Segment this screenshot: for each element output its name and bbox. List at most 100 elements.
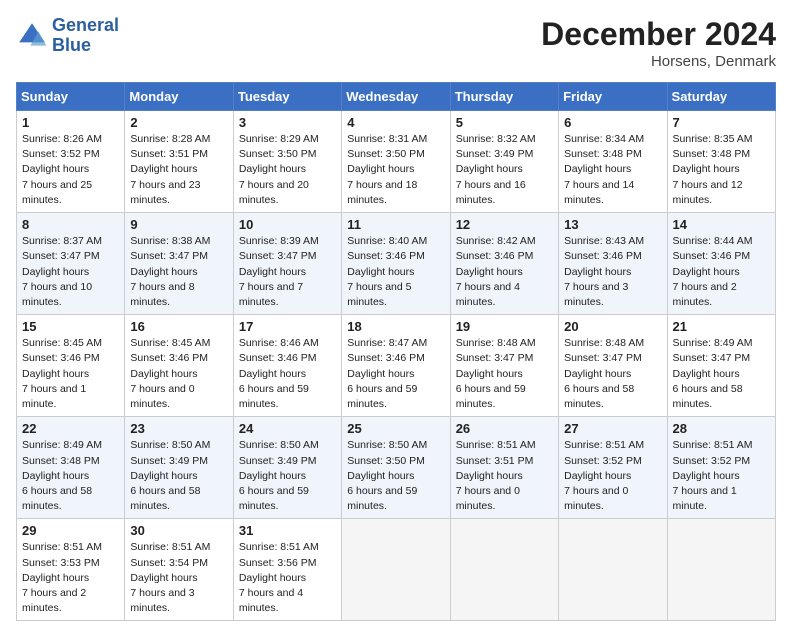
day-number: 28 <box>673 421 770 436</box>
day-number: 15 <box>22 319 119 334</box>
day-number: 5 <box>456 115 553 130</box>
calendar-cell: 24 Sunrise: 8:50 AM Sunset: 3:49 PM Dayl… <box>233 417 341 519</box>
day-number: 19 <box>456 319 553 334</box>
calendar-cell: 22 Sunrise: 8:49 AM Sunset: 3:48 PM Dayl… <box>17 417 125 519</box>
calendar-cell: 28 Sunrise: 8:51 AM Sunset: 3:52 PM Dayl… <box>667 417 775 519</box>
day-info: Sunrise: 8:29 AM Sunset: 3:50 PM Dayligh… <box>239 132 336 208</box>
day-info: Sunrise: 8:50 AM Sunset: 3:49 PM Dayligh… <box>130 438 227 514</box>
day-info: Sunrise: 8:49 AM Sunset: 3:48 PM Dayligh… <box>22 438 119 514</box>
day-info: Sunrise: 8:47 AM Sunset: 3:46 PM Dayligh… <box>347 336 444 412</box>
day-info: Sunrise: 8:45 AM Sunset: 3:46 PM Dayligh… <box>22 336 119 412</box>
col-saturday: Saturday <box>667 83 775 111</box>
day-number: 25 <box>347 421 444 436</box>
calendar-cell: 12 Sunrise: 8:42 AM Sunset: 3:46 PM Dayl… <box>450 213 558 315</box>
col-thursday: Thursday <box>450 83 558 111</box>
day-number: 23 <box>130 421 227 436</box>
col-sunday: Sunday <box>17 83 125 111</box>
day-info: Sunrise: 8:42 AM Sunset: 3:46 PM Dayligh… <box>456 234 553 310</box>
day-info: Sunrise: 8:38 AM Sunset: 3:47 PM Dayligh… <box>130 234 227 310</box>
calendar-cell: 3 Sunrise: 8:29 AM Sunset: 3:50 PM Dayli… <box>233 111 341 213</box>
calendar-cell: 1 Sunrise: 8:26 AM Sunset: 3:52 PM Dayli… <box>17 111 125 213</box>
col-wednesday: Wednesday <box>342 83 450 111</box>
day-number: 8 <box>22 217 119 232</box>
day-number: 3 <box>239 115 336 130</box>
calendar-cell <box>667 519 775 621</box>
day-number: 9 <box>130 217 227 232</box>
day-number: 17 <box>239 319 336 334</box>
calendar-cell: 21 Sunrise: 8:49 AM Sunset: 3:47 PM Dayl… <box>667 315 775 417</box>
day-info: Sunrise: 8:34 AM Sunset: 3:48 PM Dayligh… <box>564 132 661 208</box>
day-info: Sunrise: 8:28 AM Sunset: 3:51 PM Dayligh… <box>130 132 227 208</box>
calendar-cell: 15 Sunrise: 8:45 AM Sunset: 3:46 PM Dayl… <box>17 315 125 417</box>
col-tuesday: Tuesday <box>233 83 341 111</box>
logo-text: General Blue <box>52 16 119 56</box>
month-year-title: December 2024 <box>541 16 776 53</box>
calendar-cell: 10 Sunrise: 8:39 AM Sunset: 3:47 PM Dayl… <box>233 213 341 315</box>
day-info: Sunrise: 8:50 AM Sunset: 3:50 PM Dayligh… <box>347 438 444 514</box>
day-info: Sunrise: 8:51 AM Sunset: 3:51 PM Dayligh… <box>456 438 553 514</box>
day-info: Sunrise: 8:40 AM Sunset: 3:46 PM Dayligh… <box>347 234 444 310</box>
week-row-2: 8 Sunrise: 8:37 AM Sunset: 3:47 PM Dayli… <box>17 213 776 315</box>
page-header: General Blue December 2024 Horsens, Denm… <box>16 16 776 70</box>
day-info: Sunrise: 8:45 AM Sunset: 3:46 PM Dayligh… <box>130 336 227 412</box>
location-subtitle: Horsens, Denmark <box>541 53 776 70</box>
calendar-cell: 11 Sunrise: 8:40 AM Sunset: 3:46 PM Dayl… <box>342 213 450 315</box>
calendar-cell: 17 Sunrise: 8:46 AM Sunset: 3:46 PM Dayl… <box>233 315 341 417</box>
col-friday: Friday <box>559 83 667 111</box>
day-info: Sunrise: 8:43 AM Sunset: 3:46 PM Dayligh… <box>564 234 661 310</box>
day-number: 16 <box>130 319 227 334</box>
title-block: December 2024 Horsens, Denmark <box>541 16 776 70</box>
day-number: 13 <box>564 217 661 232</box>
calendar-cell: 18 Sunrise: 8:47 AM Sunset: 3:46 PM Dayl… <box>342 315 450 417</box>
day-number: 21 <box>673 319 770 334</box>
calendar-cell: 23 Sunrise: 8:50 AM Sunset: 3:49 PM Dayl… <box>125 417 233 519</box>
day-number: 29 <box>22 523 119 538</box>
calendar-cell: 20 Sunrise: 8:48 AM Sunset: 3:47 PM Dayl… <box>559 315 667 417</box>
day-info: Sunrise: 8:51 AM Sunset: 3:52 PM Dayligh… <box>673 438 770 514</box>
calendar-cell: 7 Sunrise: 8:35 AM Sunset: 3:48 PM Dayli… <box>667 111 775 213</box>
calendar-cell <box>342 519 450 621</box>
day-info: Sunrise: 8:51 AM Sunset: 3:52 PM Dayligh… <box>564 438 661 514</box>
header-row: Sunday Monday Tuesday Wednesday Thursday… <box>17 83 776 111</box>
logo-icon <box>16 20 48 52</box>
day-number: 11 <box>347 217 444 232</box>
calendar-cell: 2 Sunrise: 8:28 AM Sunset: 3:51 PM Dayli… <box>125 111 233 213</box>
day-number: 10 <box>239 217 336 232</box>
day-info: Sunrise: 8:50 AM Sunset: 3:49 PM Dayligh… <box>239 438 336 514</box>
week-row-3: 15 Sunrise: 8:45 AM Sunset: 3:46 PM Dayl… <box>17 315 776 417</box>
day-info: Sunrise: 8:37 AM Sunset: 3:47 PM Dayligh… <box>22 234 119 310</box>
day-info: Sunrise: 8:51 AM Sunset: 3:53 PM Dayligh… <box>22 540 119 616</box>
calendar-cell: 31 Sunrise: 8:51 AM Sunset: 3:56 PM Dayl… <box>233 519 341 621</box>
col-monday: Monday <box>125 83 233 111</box>
day-number: 30 <box>130 523 227 538</box>
day-info: Sunrise: 8:26 AM Sunset: 3:52 PM Dayligh… <box>22 132 119 208</box>
day-number: 22 <box>22 421 119 436</box>
calendar-cell: 8 Sunrise: 8:37 AM Sunset: 3:47 PM Dayli… <box>17 213 125 315</box>
day-number: 26 <box>456 421 553 436</box>
calendar-cell: 14 Sunrise: 8:44 AM Sunset: 3:46 PM Dayl… <box>667 213 775 315</box>
calendar-cell: 9 Sunrise: 8:38 AM Sunset: 3:47 PM Dayli… <box>125 213 233 315</box>
calendar-cell: 6 Sunrise: 8:34 AM Sunset: 3:48 PM Dayli… <box>559 111 667 213</box>
calendar-cell: 5 Sunrise: 8:32 AM Sunset: 3:49 PM Dayli… <box>450 111 558 213</box>
calendar-cell: 16 Sunrise: 8:45 AM Sunset: 3:46 PM Dayl… <box>125 315 233 417</box>
day-number: 27 <box>564 421 661 436</box>
day-number: 14 <box>673 217 770 232</box>
day-number: 12 <box>456 217 553 232</box>
day-info: Sunrise: 8:31 AM Sunset: 3:50 PM Dayligh… <box>347 132 444 208</box>
week-row-4: 22 Sunrise: 8:49 AM Sunset: 3:48 PM Dayl… <box>17 417 776 519</box>
day-number: 20 <box>564 319 661 334</box>
day-number: 7 <box>673 115 770 130</box>
day-info: Sunrise: 8:46 AM Sunset: 3:46 PM Dayligh… <box>239 336 336 412</box>
day-number: 24 <box>239 421 336 436</box>
calendar-cell: 27 Sunrise: 8:51 AM Sunset: 3:52 PM Dayl… <box>559 417 667 519</box>
calendar-cell <box>450 519 558 621</box>
day-info: Sunrise: 8:51 AM Sunset: 3:54 PM Dayligh… <box>130 540 227 616</box>
day-info: Sunrise: 8:49 AM Sunset: 3:47 PM Dayligh… <box>673 336 770 412</box>
day-info: Sunrise: 8:35 AM Sunset: 3:48 PM Dayligh… <box>673 132 770 208</box>
calendar-cell: 19 Sunrise: 8:48 AM Sunset: 3:47 PM Dayl… <box>450 315 558 417</box>
day-info: Sunrise: 8:39 AM Sunset: 3:47 PM Dayligh… <box>239 234 336 310</box>
calendar-cell: 25 Sunrise: 8:50 AM Sunset: 3:50 PM Dayl… <box>342 417 450 519</box>
calendar-table: Sunday Monday Tuesday Wednesday Thursday… <box>16 82 776 621</box>
day-info: Sunrise: 8:48 AM Sunset: 3:47 PM Dayligh… <box>456 336 553 412</box>
day-info: Sunrise: 8:32 AM Sunset: 3:49 PM Dayligh… <box>456 132 553 208</box>
